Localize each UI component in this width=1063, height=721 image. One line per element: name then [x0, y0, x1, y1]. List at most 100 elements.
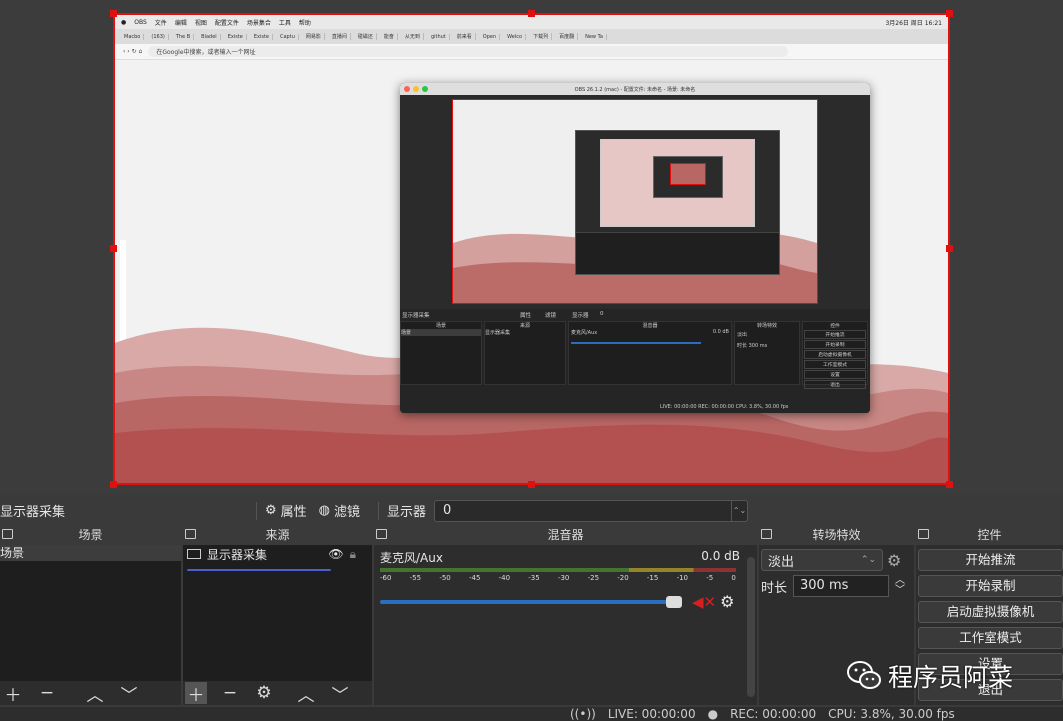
- source-settings-gear-icon[interactable]: ⚙: [253, 682, 275, 704]
- volume-slider[interactable]: [380, 595, 682, 608]
- nested-sources-title: 来源: [519, 323, 530, 329]
- studio-mode-button[interactable]: 工作室模式: [918, 627, 1063, 649]
- toolbar-divider: [378, 501, 380, 520]
- wechat-icon: [847, 661, 881, 689]
- nested-scene-label: 显示器采集: [402, 313, 430, 319]
- nested-tab: Macbo: [121, 33, 145, 40]
- tick-label: -25: [587, 574, 600, 582]
- remove-scene-button[interactable]: −: [36, 682, 58, 704]
- selected-source-frame[interactable]: ● OBS 文件 编辑 视图 配置文件 场景集合 工具 帮助 3月26日 周日 …: [113, 13, 950, 485]
- mixer-scrollbar[interactable]: [747, 557, 755, 697]
- nested-mixer-dock: 混音器 麦克风/Aux 0.0 dB: [568, 321, 732, 385]
- start-virtual-camera-button[interactable]: 启动虚拟摄像机: [918, 601, 1063, 623]
- add-scene-button[interactable]: ＋: [2, 682, 24, 706]
- sources-title: 来源: [265, 528, 290, 542]
- add-source-button[interactable]: ＋: [185, 682, 207, 706]
- obs-window: ● OBS 文件 编辑 视图 配置文件 场景集合 工具 帮助 3月26日 周日 …: [0, 0, 1063, 721]
- list-item[interactable]: 显示器采集 👁 🔒︎: [183, 545, 372, 563]
- dock-float-icon[interactable]: [918, 529, 929, 539]
- gear-icon[interactable]: ⚙: [720, 592, 734, 611]
- nested-browser-tabs: Macbo (163) The B Bladel Existe Existe C…: [115, 29, 948, 44]
- move-up-button[interactable]: ︿: [84, 682, 106, 706]
- nested-tab: 从无到: [402, 33, 424, 40]
- filters-button[interactable]: ◍ 滤镜: [319, 501, 360, 520]
- list-item[interactable]: 场景: [0, 545, 181, 561]
- nested-btn: 开始录制: [804, 340, 866, 349]
- eye-icon[interactable]: 👁: [328, 547, 343, 561]
- chevron-updown-icon: ⌃⌄: [731, 500, 747, 521]
- nested-address-bar: ‹ › ↻ ⌂ 在Google中搜索，或者输入一个网址: [115, 44, 948, 60]
- nested-menu-item: 配置文件: [214, 19, 239, 27]
- deepest-window: [653, 156, 723, 198]
- duration-stepper[interactable]: ︿ ﹀: [895, 576, 905, 596]
- start-streaming-button[interactable]: 开始推流: [918, 549, 1063, 571]
- lock-icon[interactable]: 🔒︎: [350, 547, 356, 562]
- nested-mic-label: 麦克风/Aux: [571, 330, 598, 336]
- nested-duration-label: 时长: [737, 343, 748, 349]
- transitions-title: 转场特效: [812, 528, 861, 542]
- nested-mic-db: 0.0 dB: [712, 329, 729, 335]
- source-rename-underline: [187, 569, 331, 571]
- move-down-button[interactable]: ﹀: [329, 682, 351, 706]
- nested-tab: Existe: [251, 33, 273, 40]
- broadcast-icon: ((•)): [570, 707, 596, 721]
- nested-scene-item: 场景: [401, 329, 481, 336]
- rec-dot-icon: ●: [707, 707, 719, 721]
- controls-dock-header: 控件: [916, 525, 1063, 545]
- rec-timer: REC: 00:00:00: [730, 707, 817, 721]
- display-value: 0: [443, 503, 452, 518]
- gear-icon[interactable]: ⚙: [887, 551, 901, 570]
- minimize-dot-icon: [413, 86, 419, 92]
- tick-label: -55: [409, 574, 422, 582]
- nested-volume-slider: [571, 342, 701, 344]
- meter-ticks: -60 -55 -50 -45 -40 -35 -30 -25 -20 -15 …: [380, 574, 736, 582]
- nested-tab: New Ta: [582, 33, 607, 40]
- preview-canvas[interactable]: ● OBS 文件 编辑 视图 配置文件 场景集合 工具 帮助 3月26日 周日 …: [0, 0, 1063, 495]
- mixer-dock: 混音器 麦克风/Aux 0.0 dB -60 -55 -50 -45 -40 -…: [374, 525, 757, 705]
- tick-label: -45: [468, 574, 481, 582]
- resize-handle-tr[interactable]: [946, 10, 953, 17]
- resize-handle-t[interactable]: [528, 10, 535, 17]
- resize-handle-bl[interactable]: [110, 481, 117, 488]
- source-toolbar: 显示器采集 ⚙ 属性 ◍ 滤镜 显示器 0 ⌃⌄: [0, 497, 1063, 524]
- move-up-button[interactable]: ︿: [295, 682, 317, 706]
- resize-handle-tl[interactable]: [110, 10, 117, 17]
- transition-select[interactable]: 淡出 ⌃⌄: [761, 549, 883, 571]
- nested-obs-docks: 显示器采集 属性 滤镜 显示器 0 场景 场景 来源 显示器采集 混音器 麦克风…: [400, 309, 870, 413]
- dock-float-icon[interactable]: [185, 529, 196, 539]
- transitions-dock-header: 转场特效: [759, 525, 914, 545]
- tick-label: -20: [617, 574, 629, 582]
- resize-handle-l[interactable]: [110, 245, 117, 252]
- dock-float-icon[interactable]: [761, 529, 772, 539]
- nested-btn: 启动虚拟摄像机: [804, 350, 866, 359]
- duration-field[interactable]: 300 ms: [793, 575, 890, 597]
- volume-slider-knob[interactable]: [666, 595, 682, 608]
- dock-float-icon[interactable]: [2, 529, 13, 539]
- move-down-button[interactable]: ﹀: [118, 682, 140, 706]
- nested-tab: The B: [173, 33, 195, 40]
- display-select[interactable]: 0 ⌃⌄: [434, 499, 749, 522]
- tick-label: -35: [528, 574, 540, 582]
- resize-handle-r[interactable]: [946, 245, 953, 252]
- muted-speaker-icon[interactable]: ◀✕: [692, 593, 716, 611]
- nested-fade: 淡出: [737, 332, 748, 338]
- sources-dock: 来源 显示器采集 👁 🔒︎ ＋ − ⚙ ︿ ﹀: [183, 525, 372, 706]
- nested-mac-menubar: ● OBS 文件 编辑 视图 配置文件 场景集合 工具 帮助 3月26日 周日 …: [115, 15, 948, 29]
- source-label: 显示器采集: [207, 547, 268, 562]
- watermark-text: 程序员阿菜: [888, 663, 1014, 692]
- scenes-title: 场景: [78, 528, 103, 542]
- properties-button[interactable]: ⚙ 属性: [265, 501, 307, 520]
- remove-source-button[interactable]: −: [219, 682, 241, 704]
- resize-handle-b[interactable]: [528, 481, 535, 488]
- sources-list: 显示器采集 👁 🔒︎: [183, 545, 372, 681]
- transition-value: 淡出: [768, 554, 795, 570]
- resize-handle-br[interactable]: [946, 481, 953, 488]
- scenes-toolbar: ＋ − ︿ ﹀: [0, 681, 181, 706]
- nested-btn: 退出: [804, 380, 866, 389]
- start-recording-button[interactable]: 开始录制: [918, 575, 1063, 597]
- tick-label: -40: [498, 574, 511, 582]
- mixer-title: 混音器: [547, 528, 584, 542]
- nested-tab: (163): [148, 33, 169, 40]
- dock-float-icon[interactable]: [376, 529, 387, 539]
- status-bar: ((•)) LIVE: 00:00:00 ● REC: 00:00:00 CPU…: [0, 707, 1063, 721]
